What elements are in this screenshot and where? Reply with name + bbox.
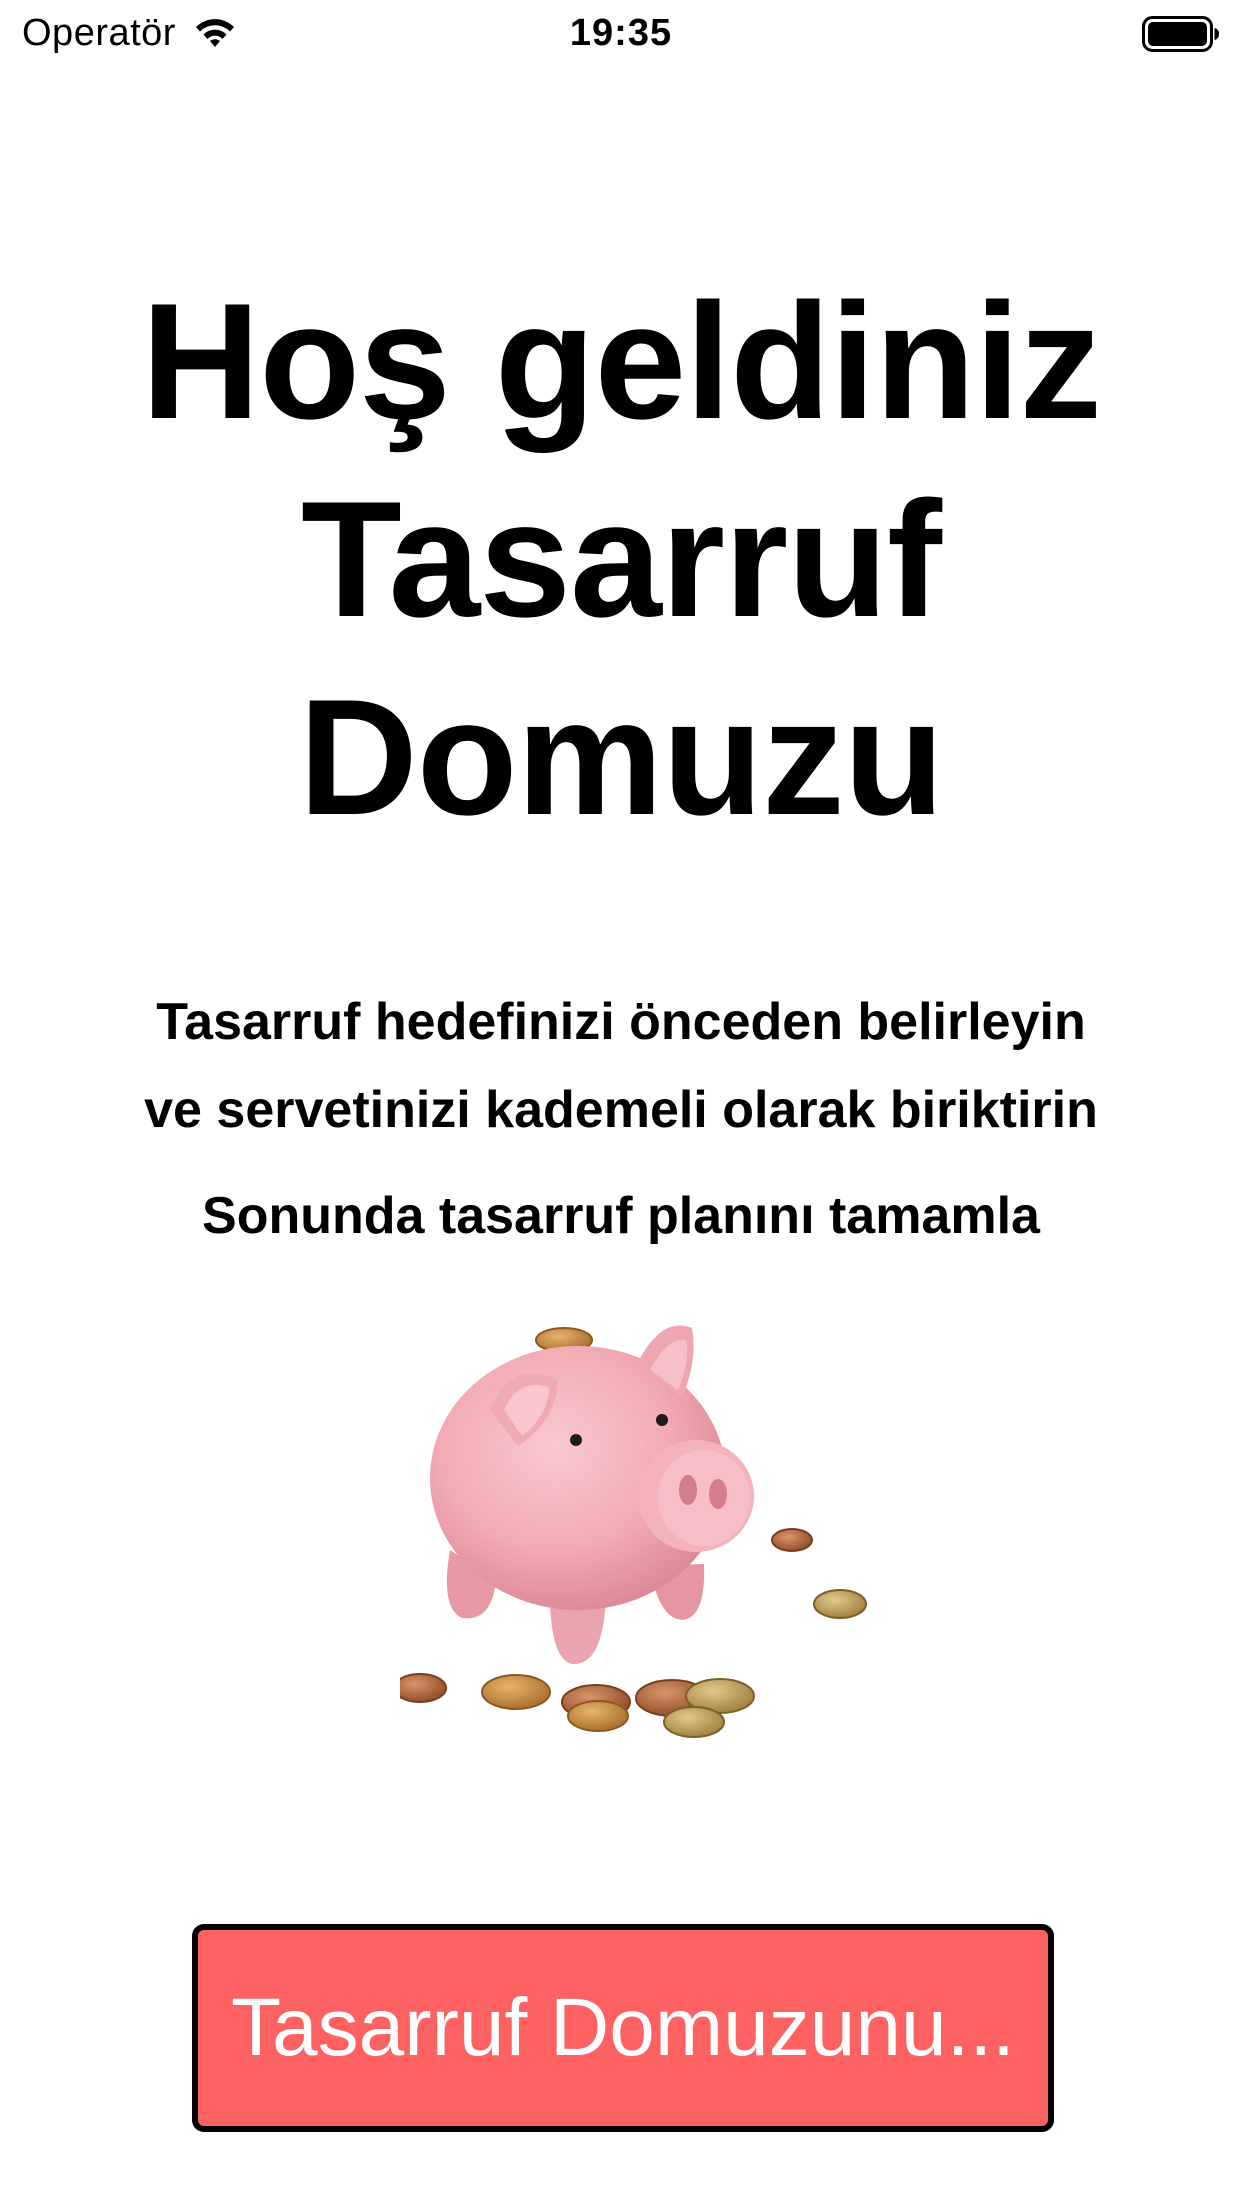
start-saving-button[interactable]: Tasarruf Domuzunu...: [192, 1924, 1054, 2132]
battery-icon: [1142, 16, 1219, 52]
description-text: Tasarruf hedefinizi önceden belirleyin v…: [60, 978, 1182, 1154]
welcome-title-line-3: Domuzu: [298, 665, 945, 849]
start-saving-button-label: Tasarruf Domuzunu...: [231, 1982, 1015, 2073]
status-bar: Operatör 19:35: [0, 0, 1242, 66]
welcome-title-line-2: Tasarruf: [301, 467, 942, 651]
description-line-2: ve servetinizi kademeli olarak biriktiri…: [144, 1081, 1098, 1139]
status-time: 19:35: [569, 12, 673, 54]
description-line-1: Tasarruf hedefinizi önceden belirleyin: [156, 993, 1086, 1051]
piggy-bank-icon: [400, 1325, 867, 1738]
welcome-title: Hoş geldiniz Tasarruf Domuzu: [0, 262, 1242, 856]
final-note-text: Sonunda tasarruf planını tamamla: [202, 1187, 1040, 1245]
welcome-title-line-1: Hoş geldiniz: [141, 269, 1102, 453]
